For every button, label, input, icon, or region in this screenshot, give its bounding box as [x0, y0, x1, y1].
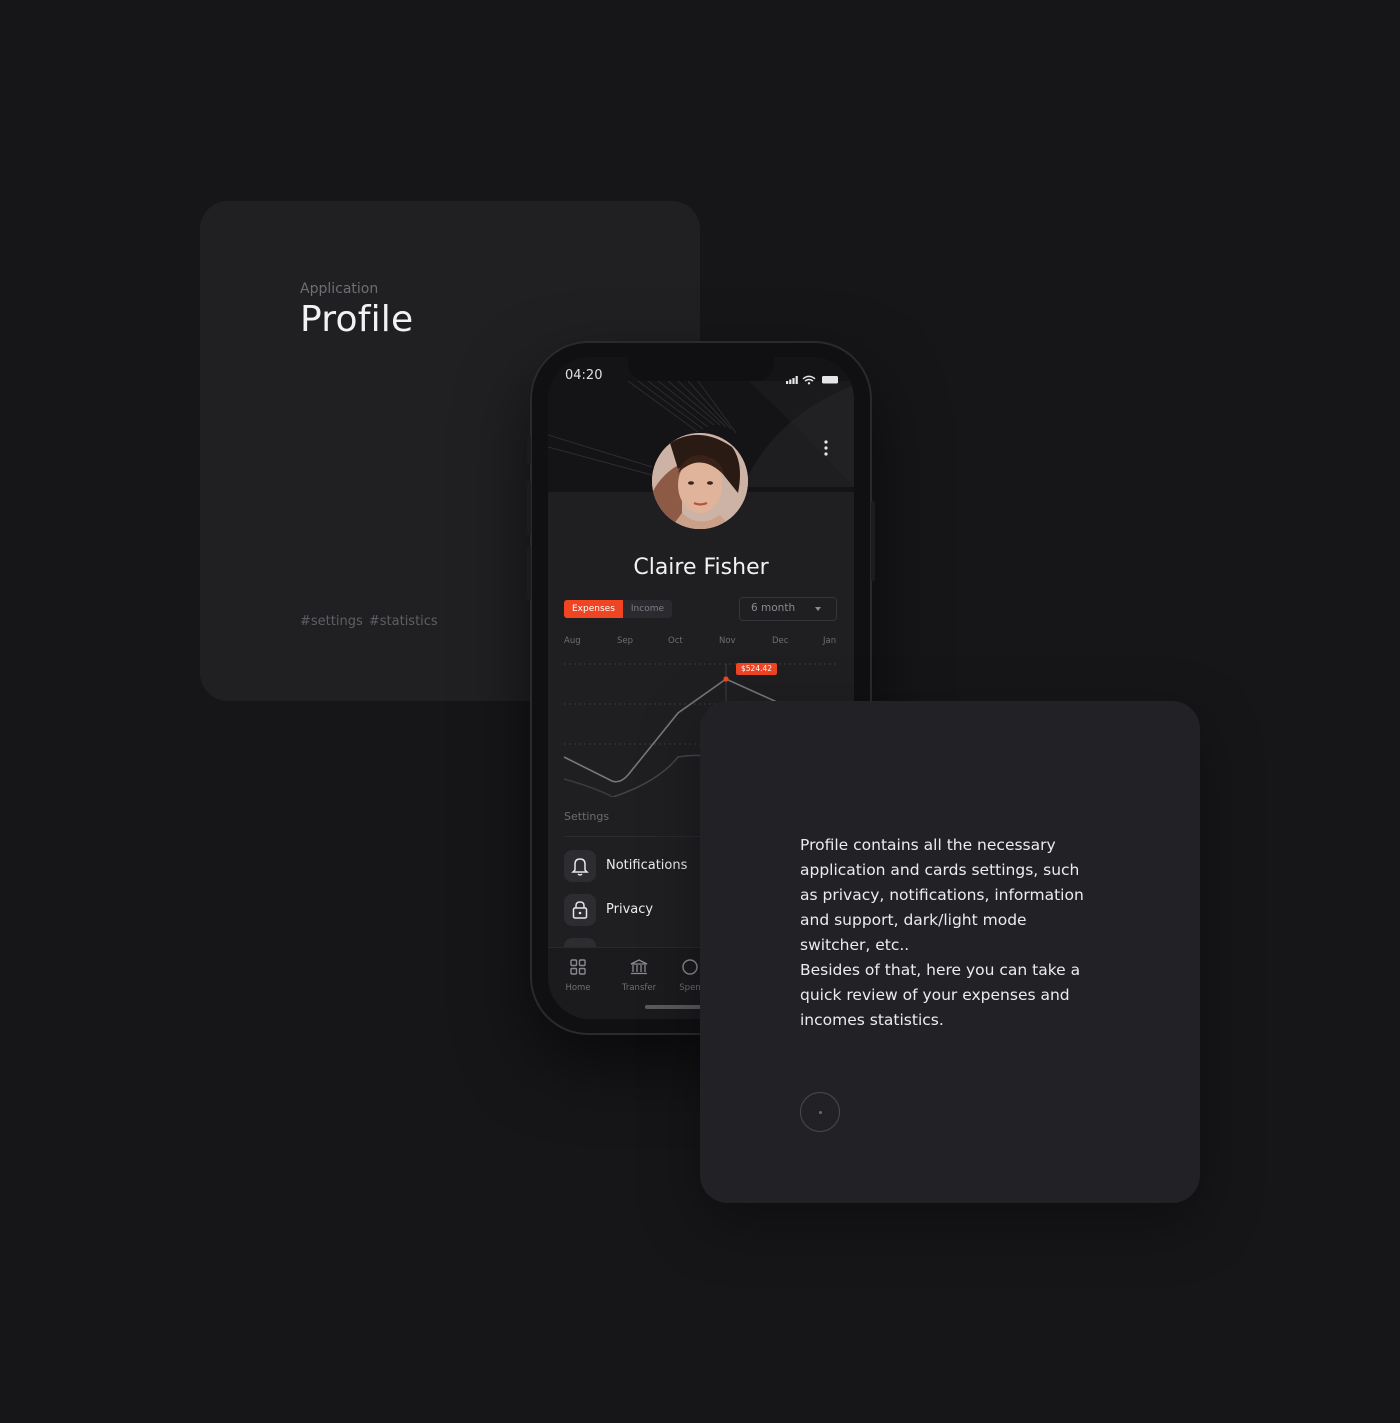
tab-expenses[interactable]: Expenses: [564, 600, 623, 618]
info-card: Profile contains all the necessary appli…: [700, 701, 1200, 1203]
month-label: Jan: [823, 636, 837, 646]
intro-title: Profile: [300, 299, 414, 340]
tab-label: Transfer: [621, 983, 657, 993]
signal-icon: [786, 376, 798, 384]
settings-item-label: Privacy: [606, 902, 654, 917]
period-select-value: 6 month: [751, 602, 796, 614]
next-button[interactable]: [800, 1092, 840, 1132]
month-label: Dec: [772, 636, 789, 646]
chevron-down-icon: [815, 607, 821, 611]
chart-highlight-point[interactable]: [723, 676, 729, 682]
period-select[interactable]: 6 month: [739, 597, 837, 621]
settings-title: Settings: [564, 810, 610, 823]
info-paragraph: Profile contains all the necessary appli…: [800, 836, 1084, 954]
tab-home[interactable]: Home: [553, 958, 603, 993]
month-label: Aug: [564, 636, 581, 646]
bell-icon: [564, 850, 596, 882]
more-vertical-icon: [824, 440, 828, 456]
bank-icon: [630, 959, 648, 975]
month-label: Sep: [617, 636, 634, 646]
tab-label: Home: [565, 983, 591, 993]
avatar-photo: [652, 433, 748, 529]
more-options-button[interactable]: [818, 437, 834, 459]
info-paragraph: Besides of that, here you can take a qui…: [800, 961, 1081, 1029]
battery-icon: [822, 376, 838, 384]
intro-tags: #settings #statistics: [300, 614, 438, 629]
month-label: Oct: [668, 636, 683, 646]
expense-income-toggle: Expenses Income: [564, 600, 673, 618]
avatar[interactable]: [652, 433, 748, 529]
phone-volume-down: [527, 546, 531, 600]
user-name: Claire Fisher: [633, 555, 769, 580]
phone-volume-up: [527, 481, 531, 535]
status-time: 04:20: [565, 368, 603, 383]
chart-tooltip: $524.42: [736, 663, 778, 675]
tab-income[interactable]: Income: [622, 600, 673, 618]
intro-eyebrow: Application: [300, 281, 379, 297]
phone-power-button: [871, 501, 875, 581]
dot-icon: [819, 1111, 822, 1114]
grid-icon: [570, 959, 586, 975]
lock-icon: [564, 894, 596, 926]
phone-notch: [628, 357, 774, 381]
income-series-line: [563, 778, 614, 797]
phone-mute-switch: [527, 436, 531, 464]
wifi-icon: [802, 375, 816, 382]
spending-icon: [682, 959, 698, 975]
tab-transfer[interactable]: Transfer: [614, 958, 664, 993]
month-label: Nov: [719, 636, 736, 646]
settings-item-label: Notifications: [606, 858, 688, 873]
status-icons: [786, 370, 840, 389]
